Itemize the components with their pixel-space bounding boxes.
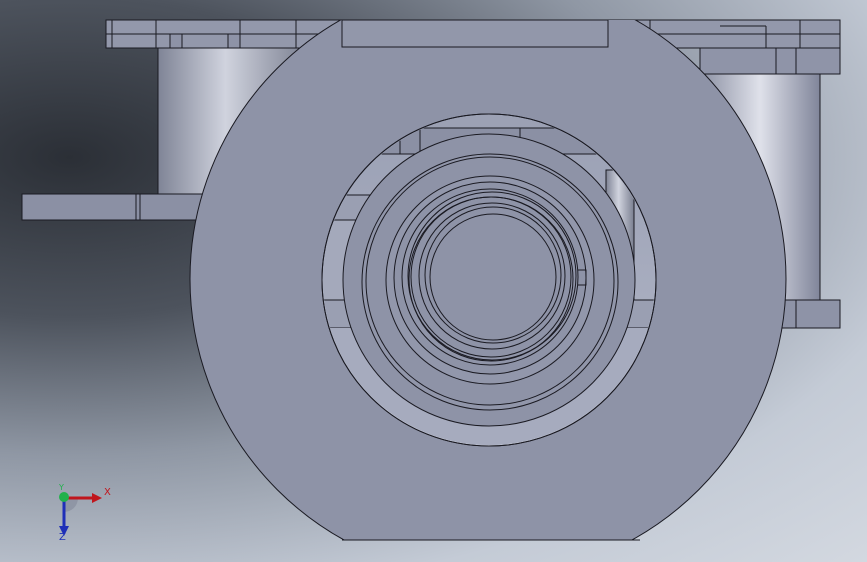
triad-z-label: Z [59,532,66,543]
y-axis-origin [59,492,69,502]
triad-x-label: X [104,487,111,498]
reference-triad: X Y Z [48,482,118,546]
triad-y-label: Y [59,483,64,492]
bearing-rings [342,133,636,427]
left-flange [21,193,213,221]
bearing-housing-model[interactable] [0,0,867,562]
graphics-viewport[interactable]: X Y Z [0,0,867,562]
x-axis-arrow-head [92,493,102,503]
